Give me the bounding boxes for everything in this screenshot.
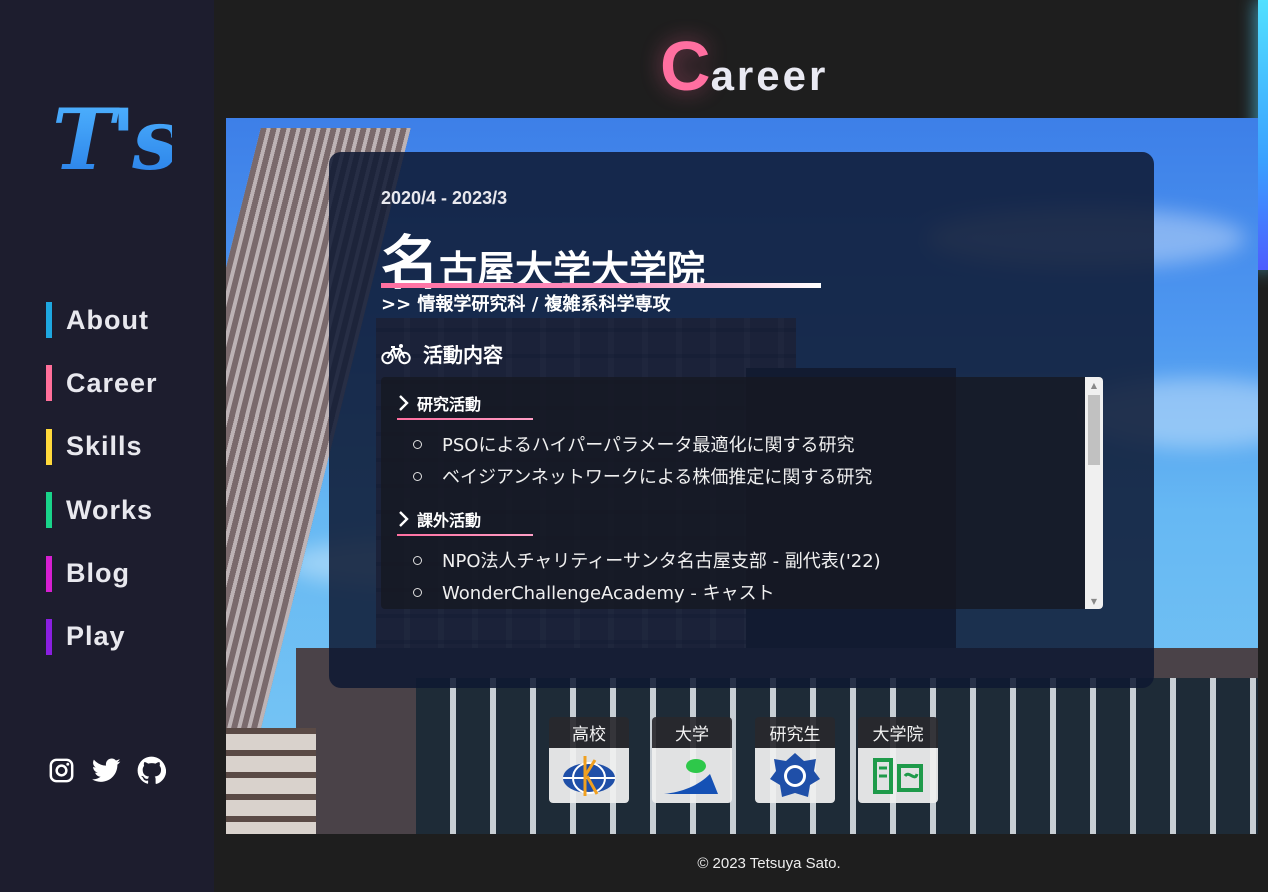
site-logo[interactable]: T's xyxy=(52,98,180,208)
list-item-text: WonderChallengeAcademy - キャスト xyxy=(442,583,775,604)
list-item: ベイジアンネットワークによる株価推定に関する研究 xyxy=(413,460,1085,492)
copyright-text: © 2023 Tetsuya Sato. xyxy=(697,854,841,872)
scroll-accent-bar xyxy=(1258,0,1268,270)
page-title: C areer xyxy=(660,26,828,106)
page-title-initial: C xyxy=(660,27,711,105)
research-student-emblem-icon xyxy=(755,748,835,803)
bullet-icon xyxy=(413,471,422,481)
nav-color-bar xyxy=(46,428,52,465)
page-title-rest: areer xyxy=(710,52,829,99)
github-link[interactable] xyxy=(137,756,166,785)
activity-scroll-box[interactable]: 研究活動 PSOによるハイパーパラメータ最適化に関する研究 ベイジアンネットワー… xyxy=(381,377,1103,609)
github-icon xyxy=(137,756,166,784)
bullet-icon xyxy=(413,439,422,449)
section-title-research: 研究活動 xyxy=(397,389,1085,417)
nav-label: About xyxy=(66,304,149,335)
activity-heading: 活動内容 xyxy=(381,339,503,368)
bullet-icon xyxy=(413,587,422,597)
twitter-link[interactable] xyxy=(92,756,121,785)
nav-color-bar xyxy=(46,365,52,402)
instagram-icon xyxy=(49,758,74,783)
nav-label: Play xyxy=(66,621,126,652)
scroll-thumb[interactable] xyxy=(1088,395,1100,465)
university-emblem-icon xyxy=(652,748,732,803)
section-title-label: 研究活動 xyxy=(417,395,482,414)
nav-label: Skills xyxy=(66,431,143,462)
section-title-extracurricular: 課外活動 xyxy=(397,505,1085,533)
section-title-label: 課外活動 xyxy=(417,511,482,530)
section-underline xyxy=(397,418,533,420)
chevron-right-icon xyxy=(399,395,409,411)
list-item-text: NPO法人チャリティーサンタ名古屋支部 - 副代表('22) xyxy=(442,551,881,572)
badge-label: 研究生 xyxy=(755,717,835,748)
nav-item-about[interactable]: About xyxy=(46,302,158,338)
nav-color-bar xyxy=(46,302,52,338)
bicycle-icon xyxy=(381,343,411,364)
badge-research-student[interactable]: 研究生 xyxy=(755,717,835,803)
activity-scrollbar[interactable]: ▲ ▼ xyxy=(1085,377,1103,609)
nav-label: Blog xyxy=(66,558,130,589)
activity-heading-label: 活動内容 xyxy=(423,343,503,367)
school-name-underline xyxy=(381,283,821,288)
list-item-text: ベイジアンネットワークによる株価推定に関する研究 xyxy=(442,467,873,488)
badge-university[interactable]: 大学 xyxy=(652,717,732,803)
nav-color-bar xyxy=(46,492,52,529)
nav-label: Works xyxy=(66,494,154,525)
high-school-emblem-icon xyxy=(549,748,629,803)
scroll-up-arrow-icon[interactable]: ▲ xyxy=(1085,377,1103,393)
nav-item-works[interactable]: Works xyxy=(46,492,158,529)
department: >> 情報学研究科 / 複雑系科学専攻 xyxy=(381,294,671,315)
list-item: WonderChallengeAcademy - キャスト xyxy=(413,576,1085,608)
nav-color-bar xyxy=(46,555,52,592)
list-item-text: PSOによるハイパーパラメータ最適化に関する研究 xyxy=(442,435,855,456)
social-links xyxy=(47,756,166,785)
twitter-icon xyxy=(92,758,121,782)
section-underline xyxy=(397,534,533,536)
bullet-icon xyxy=(413,555,422,565)
extracurricular-list: NPO法人チャリティーサンタ名古屋支部 - 副代表('22) WonderCha… xyxy=(413,544,1085,608)
badge-graduate-school[interactable]: 大学院 xyxy=(858,717,938,803)
sidebar: T's About Career Skills Works Blog Play xyxy=(0,0,214,892)
badge-label: 大学院 xyxy=(858,717,938,748)
activity-content: 研究活動 PSOによるハイパーパラメータ最適化に関する研究 ベイジアンネットワー… xyxy=(381,377,1085,609)
building-low-left xyxy=(226,728,316,834)
school-badges: 高校 大学 研究生 大学院 xyxy=(549,717,938,803)
nav-label: Career xyxy=(66,367,158,398)
graduate-school-emblem-icon xyxy=(858,748,938,803)
badge-label: 大学 xyxy=(652,717,732,748)
instagram-link[interactable] xyxy=(47,756,76,785)
chevron-right-icon xyxy=(399,511,409,527)
nav-item-blog[interactable]: Blog xyxy=(46,555,158,592)
nav-item-career[interactable]: Career xyxy=(46,365,158,402)
research-list: PSOによるハイパーパラメータ最適化に関する研究 ベイジアンネットワークによる株… xyxy=(413,428,1085,492)
badge-label: 高校 xyxy=(549,717,629,748)
career-card: 2020/4 - 2023/3 名 古屋大学大学院 >> 情報学研究科 / 複雑… xyxy=(329,152,1154,688)
nav-color-bar xyxy=(46,618,52,655)
footer: © 2023 Tetsuya Sato. xyxy=(214,834,1268,892)
scroll-down-arrow-icon[interactable]: ▼ xyxy=(1085,593,1103,609)
list-item: PSOによるハイパーパラメータ最適化に関する研究 xyxy=(413,428,1085,460)
nav-item-skills[interactable]: Skills xyxy=(46,428,158,465)
badge-high-school[interactable]: 高校 xyxy=(549,717,629,803)
career-period: 2020/4 - 2023/3 xyxy=(381,188,508,208)
list-item: NPO法人チャリティーサンタ名古屋支部 - 副代表('22) xyxy=(413,544,1085,576)
main-nav: About Career Skills Works Blog Play xyxy=(46,302,158,682)
nav-item-play[interactable]: Play xyxy=(46,618,158,655)
